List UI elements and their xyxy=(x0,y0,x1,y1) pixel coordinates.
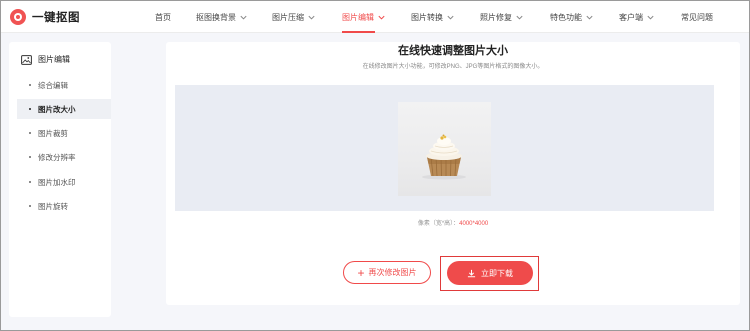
sidebar-heading-label: 图片编辑 xyxy=(38,55,70,64)
chevron-down-icon xyxy=(586,15,593,20)
nav-item-restore[interactable]: 照片修复 xyxy=(480,12,524,23)
chevron-down-icon xyxy=(516,15,523,20)
chevron-down-icon xyxy=(647,15,654,20)
page-subtitle: 在线修改图片大小功能，可修改PNG、JPG等图片格式的图像大小。 xyxy=(362,64,544,70)
chevron-down-icon xyxy=(447,15,454,20)
reedit-label: 再次修改图片 xyxy=(368,268,417,277)
sidebar-item-watermark[interactable]: 图片加水印 xyxy=(17,172,111,192)
bullet-dot xyxy=(29,156,31,158)
bullet-dot xyxy=(29,84,31,86)
logo[interactable]: 一键抠图 xyxy=(10,9,80,25)
dims-value: 4000*4000 xyxy=(459,221,489,227)
logo-text: 一键抠图 xyxy=(32,12,80,24)
page-title: 在线快速调整图片大小 xyxy=(398,45,508,57)
sidebar-item-label: 图片加水印 xyxy=(38,177,76,187)
sidebar-item-rotate[interactable]: 图片旋转 xyxy=(17,196,111,216)
cupcake-image xyxy=(398,102,491,196)
nav-item-features[interactable]: 特色功能 xyxy=(550,12,594,23)
cupcake-illustration xyxy=(422,134,466,180)
nav-item-label: 首页 xyxy=(155,13,171,22)
nav-item-home[interactable]: 首页 xyxy=(155,12,171,23)
chevron-down-icon xyxy=(308,15,315,20)
image-preview-area xyxy=(175,85,714,211)
bullet-dot xyxy=(29,132,31,134)
plus-icon: + xyxy=(357,265,365,280)
nav-item-cutout[interactable]: 抠图换背景 xyxy=(196,12,248,23)
sidebar-item-resize[interactable]: 图片改大小 xyxy=(17,99,111,119)
sidebar-item-label: 综合编辑 xyxy=(38,80,68,90)
nav-item-label: 常见问题 xyxy=(681,13,713,22)
reedit-image-button[interactable]: + 再次修改图片 xyxy=(343,261,431,284)
download-icon xyxy=(467,269,476,277)
bullet-dot xyxy=(29,108,31,110)
nav-active-indicator xyxy=(342,31,375,33)
nav-item-label: 图片转换 xyxy=(411,13,443,22)
nav-item-compress[interactable]: 图片压缩 xyxy=(272,12,316,23)
nav-item-faq[interactable]: 常见问题 xyxy=(681,12,713,23)
nav-item-client[interactable]: 客户端 xyxy=(619,12,655,23)
sidebar-item-crop[interactable]: 图片裁剪 xyxy=(17,123,111,143)
download-label: 立即下载 xyxy=(481,268,513,278)
sidebar-item-label: 修改分辨率 xyxy=(38,152,76,162)
sidebar: 图片编辑 综合编辑 图片改大小 图片裁剪 修改分辨率 图片加水印 图片旋转 xyxy=(9,42,111,317)
nav-item-label: 特色功能 xyxy=(550,13,582,22)
sidebar-item-resolution[interactable]: 修改分辨率 xyxy=(17,147,111,167)
bullet-dot xyxy=(29,205,31,207)
pixel-dimensions: 像素（宽*高）：4000*4000 xyxy=(166,218,740,227)
top-header: 一键抠图 首页 抠图换背景 图片压缩 图片编辑 图片转换 照片修复 特色功能 客… xyxy=(1,1,749,33)
sidebar-heading: 图片编辑 xyxy=(21,54,70,65)
nav-item-label: 图片压缩 xyxy=(272,13,304,22)
bullet-dot xyxy=(29,181,31,183)
chevron-down-icon xyxy=(378,15,385,20)
sidebar-item-comprehensive-edit[interactable]: 综合编辑 xyxy=(17,75,111,95)
nav-item-label: 图片编辑 xyxy=(342,13,374,22)
nav-item-label: 抠图换背景 xyxy=(196,13,236,22)
sidebar-item-label: 图片裁剪 xyxy=(38,128,68,138)
chevron-down-icon xyxy=(240,15,247,20)
nav-item-label: 照片修复 xyxy=(480,13,512,22)
logo-icon xyxy=(10,9,26,25)
nav-item-edit[interactable]: 图片编辑 xyxy=(342,12,386,23)
download-button[interactable]: 立即下载 xyxy=(447,261,533,285)
sidebar-item-label: 图片旋转 xyxy=(38,201,68,211)
nav-item-label: 客户端 xyxy=(619,13,643,22)
nav-item-convert[interactable]: 图片转换 xyxy=(411,12,455,23)
image-edit-icon xyxy=(21,54,32,65)
dims-label: 像素（宽*高）： xyxy=(417,221,460,227)
sidebar-item-label: 图片改大小 xyxy=(38,104,76,114)
main-panel: 在线快速调整图片大小 在线修改图片大小功能，可修改PNG、JPG等图片格式的图像… xyxy=(166,42,740,305)
